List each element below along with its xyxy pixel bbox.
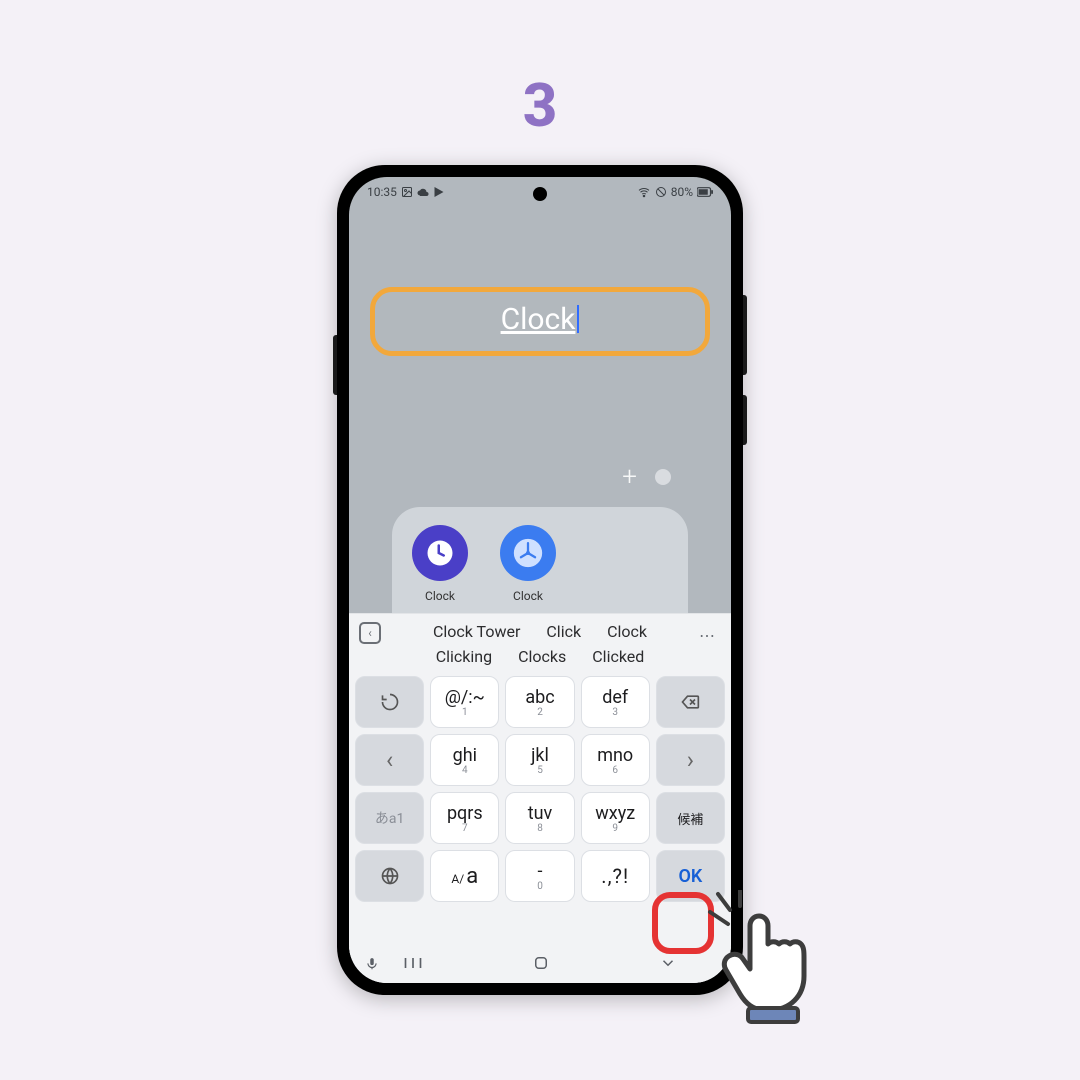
keyboard: ‹ Clock Tower Click Clock ⋯ Clicking Clo… (349, 613, 731, 983)
folder-name-field[interactable]: Clock (370, 287, 710, 356)
volume-button (743, 295, 747, 375)
key-8[interactable]: tuv8 (505, 792, 574, 844)
key-cursor-right[interactable] (656, 734, 725, 786)
android-nav-bar (349, 947, 731, 983)
nav-recent[interactable] (403, 955, 423, 975)
key-ok[interactable]: OK (656, 850, 725, 902)
bixby-button (333, 335, 337, 395)
step-number: 3 (523, 70, 558, 141)
clock-icon (500, 525, 556, 581)
key-punct[interactable]: .,?! (581, 850, 650, 902)
phone-frame: 10:35 80% (337, 165, 743, 995)
key-language[interactable] (355, 850, 424, 902)
app-label: Clock (406, 589, 474, 603)
key-6[interactable]: mno6 (581, 734, 650, 786)
suggest-collapse-icon[interactable]: ‹ (359, 622, 381, 644)
key-case[interactable]: A/a (430, 850, 499, 902)
power-button (743, 395, 747, 445)
suggestion[interactable]: Clicking (436, 647, 492, 666)
wifi-icon (637, 186, 651, 198)
front-camera (533, 187, 547, 201)
text-cursor (577, 305, 579, 333)
add-apps-button[interactable]: + (622, 462, 637, 492)
key-1[interactable]: @/:~1 (430, 676, 499, 728)
mic-icon[interactable] (365, 956, 379, 975)
nav-home[interactable] (532, 954, 550, 976)
wallpaper-area: Clock + Clock Clock (349, 207, 731, 557)
key-0[interactable]: -0 (505, 850, 574, 902)
suggestion[interactable]: Clocks (518, 647, 566, 666)
suggestion[interactable]: Clock (607, 622, 647, 641)
key-undo[interactable] (355, 676, 424, 728)
key-4[interactable]: ghi4 (430, 734, 499, 786)
no-sim-icon (655, 186, 667, 198)
battery-icon (697, 187, 713, 197)
phone-screen: 10:35 80% (349, 177, 731, 983)
battery-pct: 80% (671, 185, 693, 199)
key-input-mode[interactable]: あa1 (355, 792, 424, 844)
key-2[interactable]: abc2 (505, 676, 574, 728)
suggestion[interactable]: Clock Tower (433, 622, 520, 641)
clock-icon (412, 525, 468, 581)
image-icon (401, 186, 413, 198)
key-candidate[interactable]: 候補 (656, 792, 725, 844)
key-9[interactable]: wxyz9 (581, 792, 650, 844)
suggestion-bar: ‹ Clock Tower Click Clock ⋯ Clicking Clo… (349, 614, 731, 670)
play-icon (433, 186, 445, 198)
key-7[interactable]: pqrs7 (430, 792, 499, 844)
key-cursor-left[interactable] (355, 734, 424, 786)
nav-back[interactable] (659, 954, 677, 976)
suggestion[interactable]: Clicked (592, 647, 644, 666)
app-label: Clock (494, 589, 562, 603)
folder-name-value: Clock (501, 302, 576, 337)
suggestion[interactable]: Click (546, 622, 581, 641)
more-suggestions-icon[interactable]: ⋯ (699, 626, 717, 645)
key-3[interactable]: def3 (581, 676, 650, 728)
cloud-icon (417, 186, 429, 198)
status-time: 10:35 (367, 185, 397, 199)
key-5[interactable]: jkl5 (505, 734, 574, 786)
key-backspace[interactable] (656, 676, 725, 728)
folder-palette-button[interactable] (655, 469, 671, 485)
